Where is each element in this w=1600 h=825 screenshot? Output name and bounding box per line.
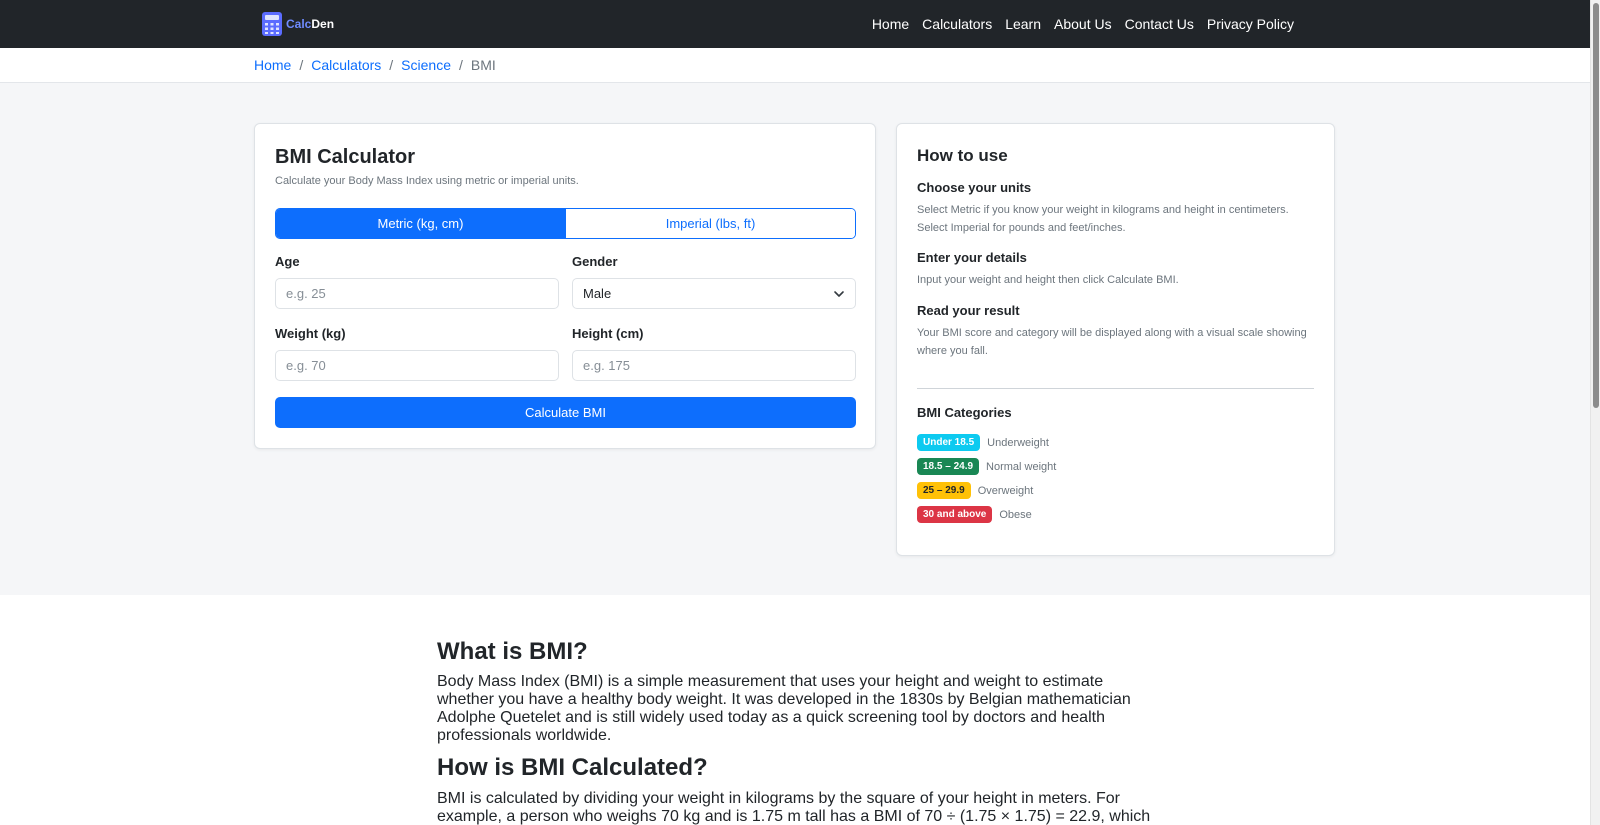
nav-privacy-policy[interactable]: Privacy Policy [1207,16,1294,32]
height-label: Height (cm) [572,326,644,341]
breadcrumb-separator: / [299,57,304,73]
brand-name: CalcDen [286,17,334,31]
category-badge-normal: 18.5 – 24.9 [917,458,980,475]
how-bmi-calculated-heading-text: How is BMI Calculated? [437,754,708,781]
category-label: Normal weight [986,460,1057,473]
top-navbar: CalcDen Home Calculators Learn About Us … [0,0,1590,48]
nav-home[interactable]: Home [872,16,909,32]
brand-logo[interactable]: CalcDen [262,12,334,36]
category-label: Underweight [987,436,1049,449]
category-row-underweight: Under 18.5 Underweight [917,434,1049,451]
what-is-bmi-text: Body Mass Index (BMI) is a simple measur… [437,673,1157,745]
metric-units-button[interactable]: Metric (kg, cm) [276,209,565,238]
calculator-subtitle: Calculate your Body Mass Index using met… [275,175,579,187]
category-row-overweight: 25 – 29.9 Overweight [917,482,1033,499]
breadcrumb-bar: Home / Calculators / Science / BMI [0,48,1590,83]
step-text: Your BMI score and category will be disp… [917,327,1307,357]
page-scrollbar[interactable] [1590,0,1600,825]
calculate-bmi-button[interactable]: Calculate BMI [275,397,856,428]
step-text: Select Metric if you know your weight in… [917,204,1289,234]
bmi-categories-title: BMI Categories [917,405,1012,420]
gender-select[interactable]: Male [572,278,856,309]
breadcrumb-current: BMI [470,57,496,73]
category-label: Obese [999,508,1032,521]
nav-learn[interactable]: Learn [1005,16,1041,32]
breadcrumb: Home / Calculators / Science / BMI [254,57,496,73]
step-choose-units: Choose your units Select Metric if you k… [917,180,1317,237]
what-is-bmi-paragraph: Body Mass Index (BMI) is a simple measur… [437,673,1131,744]
breadcrumb-science[interactable]: Science [401,57,451,73]
bmi-calculator-card: BMI Calculator Calculate your Body Mass … [254,123,876,449]
calculator-title: BMI Calculator [275,146,416,168]
step-title: Read your result [917,303,1020,318]
breadcrumb-home[interactable]: Home [254,57,291,73]
chevron-down-icon [834,290,844,297]
step-text: Input your weight and height then click … [917,274,1179,286]
category-badge-obese: 30 and above [917,506,993,523]
weight-field[interactable] [275,350,559,381]
age-input[interactable] [286,286,548,301]
scrollbar-thumb[interactable] [1593,3,1599,408]
nav-about-us[interactable]: About Us [1054,16,1112,32]
height-input[interactable] [583,358,845,373]
how-bmi-calculated-heading: How is BMI Calculated? [437,754,1157,782]
weight-label: Weight (kg) [275,326,346,341]
step-title: Enter your details [917,250,1027,265]
age-field[interactable] [275,278,559,309]
brand-name-prefix: Calc [286,17,312,31]
category-badge-underweight: Under 18.5 [917,434,981,451]
how-bmi-calculated-paragraph: BMI is calculated by dividing your weigh… [437,790,1151,825]
step-title: Choose your units [917,180,1032,195]
what-is-bmi-heading-text: What is BMI? [437,638,588,665]
breadcrumb-calculators[interactable]: Calculators [311,57,381,73]
weight-input[interactable] [286,358,548,373]
step-enter-details: Enter your details Input your weight and… [917,250,1317,289]
gender-selected-value: Male [583,286,612,301]
how-to-use-card: How to use Choose your units Select Metr… [896,123,1335,556]
category-badge-overweight: 25 – 29.9 [917,482,971,499]
age-label: Age [275,254,300,269]
category-row-normal: 18.5 – 24.9 Normal weight [917,458,1056,475]
step-read-result: Read your result Your BMI score and cate… [917,303,1317,360]
category-row-obese: 30 and above Obese [917,506,1032,523]
unit-toggle: Metric (kg, cm) Imperial (lbs, ft) [275,208,856,239]
brand-name-suffix: Den [311,17,335,31]
calculator-icon [262,12,282,36]
divider [917,388,1314,389]
how-bmi-calculated-text: BMI is calculated by dividing your weigh… [437,790,1157,825]
category-label: Overweight [977,484,1034,497]
gender-label: Gender [572,254,618,269]
what-is-bmi-heading: What is BMI? [437,638,1157,666]
breadcrumb-separator: / [389,57,394,73]
imperial-units-button[interactable]: Imperial (lbs, ft) [565,209,855,238]
main-nav: Home Calculators Learn About Us Contact … [872,0,1294,48]
how-to-use-title: How to use [917,146,1008,165]
nav-calculators[interactable]: Calculators [922,16,992,32]
nav-contact-us[interactable]: Contact Us [1125,16,1194,32]
breadcrumb-separator: / [458,57,463,73]
height-field[interactable] [572,350,856,381]
